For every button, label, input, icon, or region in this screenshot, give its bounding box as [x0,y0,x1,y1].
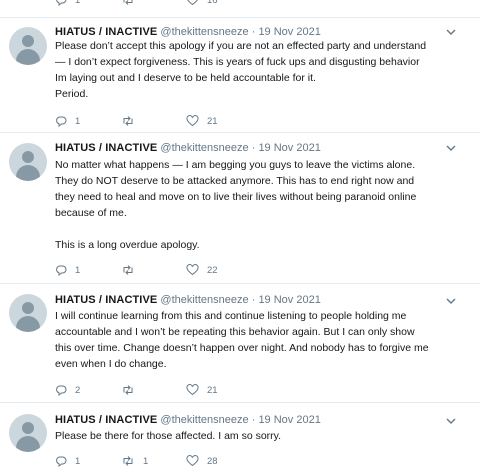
tweet-date[interactable]: 19 Nov 2021 [258,26,320,38]
separator-dot: · [251,414,256,426]
display-name[interactable]: HIATUS / INACTIVE [55,26,157,38]
like-button[interactable]: 22 [186,263,218,277]
previous-tweet-actions: 1 16 [0,0,480,10]
tweet-actions: 2 21 [55,383,315,397]
tweet-line: — I don’t expect forgiveness. This is ye… [55,56,420,68]
separator-dot: · [251,26,256,38]
retweet-icon [123,265,133,275]
separator-dot: · [251,142,256,154]
tweet-header: HIATUS / INACTIVE @thekittensneeze · 19 … [55,293,321,307]
tweet-header: HIATUS / INACTIVE @thekittensneeze · 19 … [55,25,321,39]
like-button[interactable]: 28 [186,454,218,468]
chevron-down-icon[interactable] [446,416,456,426]
like-button[interactable]: 16 [186,0,218,7]
tweet-line: even when I do change. [55,358,167,370]
avatar[interactable] [9,143,47,181]
chevron-down-icon[interactable] [446,296,456,306]
tweet[interactable]: HIATUS / INACTIVE @thekittensneeze · 19 … [0,133,480,283]
tweet[interactable]: HIATUS / INACTIVE @thekittensneeze · 19 … [0,18,480,132]
retweet-button[interactable] [121,0,135,7]
heart-icon [186,264,199,276]
tweet-line: because of me. [55,207,127,219]
avatar[interactable] [9,27,47,65]
tweet-line: Please don’t accept this apology if you … [55,40,427,52]
heart-icon [186,115,199,127]
reply-button[interactable]: 1 [55,454,80,468]
reply-count: 2 [75,384,81,396]
like-button[interactable]: 21 [186,114,218,128]
tweet-date[interactable]: 19 Nov 2021 [258,414,320,426]
retweet-icon [123,385,133,395]
like-count: 21 [207,384,218,396]
tweet-date[interactable]: 19 Nov 2021 [258,142,320,154]
tweet-actions: 1 1 28 [55,454,315,468]
reply-icon [56,456,67,467]
tweet-actions: 1 22 [55,263,315,277]
display-name[interactable]: HIATUS / INACTIVE [55,142,157,154]
reply-count: 1 [75,115,81,127]
tweet-text: Please be there for those affected. I am… [55,428,465,444]
retweet-icon [123,116,133,126]
like-button[interactable]: 21 [186,383,218,397]
user-handle[interactable]: @thekittensneeze [160,142,248,154]
reply-button[interactable]: 1 [55,114,80,128]
tweet-text: Please don’t accept this apology if you … [55,38,465,102]
tweet-line: No matter what happens — I am begging yo… [55,159,416,171]
reply-button[interactable]: 2 [55,383,80,397]
reply-icon [56,385,67,396]
tweet-line: They do NOT deserve to be attacked anymo… [55,175,415,187]
tweet-line: Im laying out and I deserve to be held a… [55,72,316,84]
display-name[interactable]: HIATUS / INACTIVE [55,414,157,426]
tweet-line: I will continue learning from this and c… [55,310,407,322]
heart-icon [187,0,198,6]
reply-count: 1 [75,0,81,6]
like-count: 28 [207,455,218,467]
reply-button[interactable]: 1 [55,0,80,7]
tweet-line: they need to heal and move on to live th… [55,191,417,203]
like-count: 22 [207,264,218,276]
tweet-line: This is a long overdue apology. [55,239,200,251]
tweet-line [55,221,465,237]
reply-icon [56,116,67,127]
user-handle[interactable]: @thekittensneeze [160,294,248,306]
like-count: 16 [207,0,218,6]
retweet-button[interactable] [121,114,143,128]
tweet-line: Period. [55,88,89,100]
tweet-line: accountable and I won’t be repeating thi… [55,326,415,338]
separator-dot: · [251,294,256,306]
like-count: 21 [207,115,218,127]
retweet-button[interactable] [121,263,143,277]
retweet-icon [123,0,133,5]
reply-icon [56,265,67,276]
tweet[interactable]: HIATUS / INACTIVE @thekittensneeze · 19 … [0,284,480,402]
user-handle[interactable]: @thekittensneeze [160,414,248,426]
tweet-actions: 1 21 [55,114,315,128]
avatar[interactable] [9,294,47,332]
tweet-text: No matter what happens — I am begging yo… [55,157,465,253]
tweet-header: HIATUS / INACTIVE @thekittensneeze · 19 … [55,141,321,155]
chevron-down-icon[interactable] [446,27,456,37]
display-name[interactable]: HIATUS / INACTIVE [55,294,157,306]
reply-count: 1 [75,264,81,276]
tweet-header: HIATUS / INACTIVE @thekittensneeze · 19 … [55,413,321,427]
heart-icon [186,455,199,467]
retweet-button[interactable] [121,383,143,397]
reply-icon [56,0,67,6]
retweet-count: 1 [143,455,149,467]
heart-icon [186,384,199,396]
retweet-icon [123,456,133,466]
tweet-line: this over time. Change doesn’t happen ov… [55,342,429,354]
tweet-text: I will continue learning from this and c… [55,308,465,372]
reply-count: 1 [75,455,81,467]
tweet[interactable]: HIATUS / INACTIVE @thekittensneeze · 19 … [0,403,480,472]
chevron-down-icon[interactable] [446,143,456,153]
avatar[interactable] [9,414,47,452]
user-handle[interactable]: @thekittensneeze [160,26,248,38]
retweet-button[interactable]: 1 [121,454,148,468]
reply-button[interactable]: 1 [55,263,80,277]
tweet-line: Please be there for those affected. I am… [55,430,282,442]
tweet-date[interactable]: 19 Nov 2021 [258,294,320,306]
